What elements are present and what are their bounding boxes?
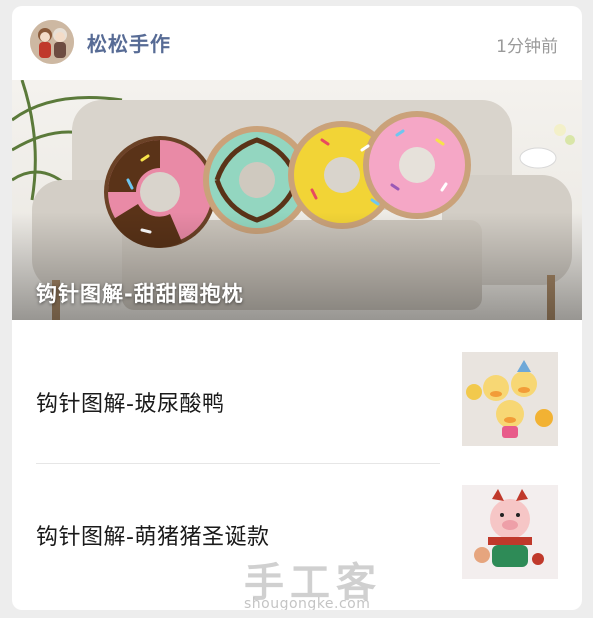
hero-title[interactable]: 钩针图解-甜甜圈抱枕 <box>36 278 244 308</box>
watermark-url: shougongke.com <box>244 596 371 610</box>
article-thumbnail[interactable] <box>462 485 558 579</box>
crochet-ducks-thumbnail-icon <box>462 352 558 446</box>
message-card: 松松手作 1分钟前 钩针图解-甜甜圈抱枕 钩针图解-玻尿酸鸭 钩针图解-萌猪猪圣… <box>12 6 582 610</box>
account-avatar[interactable] <box>30 20 74 64</box>
hero-article[interactable]: 钩针图解-甜甜圈抱枕 <box>12 80 582 320</box>
list-divider <box>36 463 440 464</box>
article-title[interactable]: 钩针图解-萌猪猪圣诞款 <box>36 519 269 551</box>
article-item-duck[interactable]: 钩针图解-玻尿酸鸭 <box>12 332 582 462</box>
crochet-pig-thumbnail-icon <box>462 485 558 579</box>
account-name[interactable]: 松松手作 <box>87 28 171 57</box>
article-title[interactable]: 钩针图解-玻尿酸鸭 <box>36 386 224 418</box>
post-time: 1分钟前 <box>496 37 558 57</box>
article-thumbnail[interactable] <box>462 352 558 446</box>
crochet-dolls-avatar-icon <box>30 20 74 64</box>
card-header: 松松手作 1分钟前 <box>12 6 582 80</box>
